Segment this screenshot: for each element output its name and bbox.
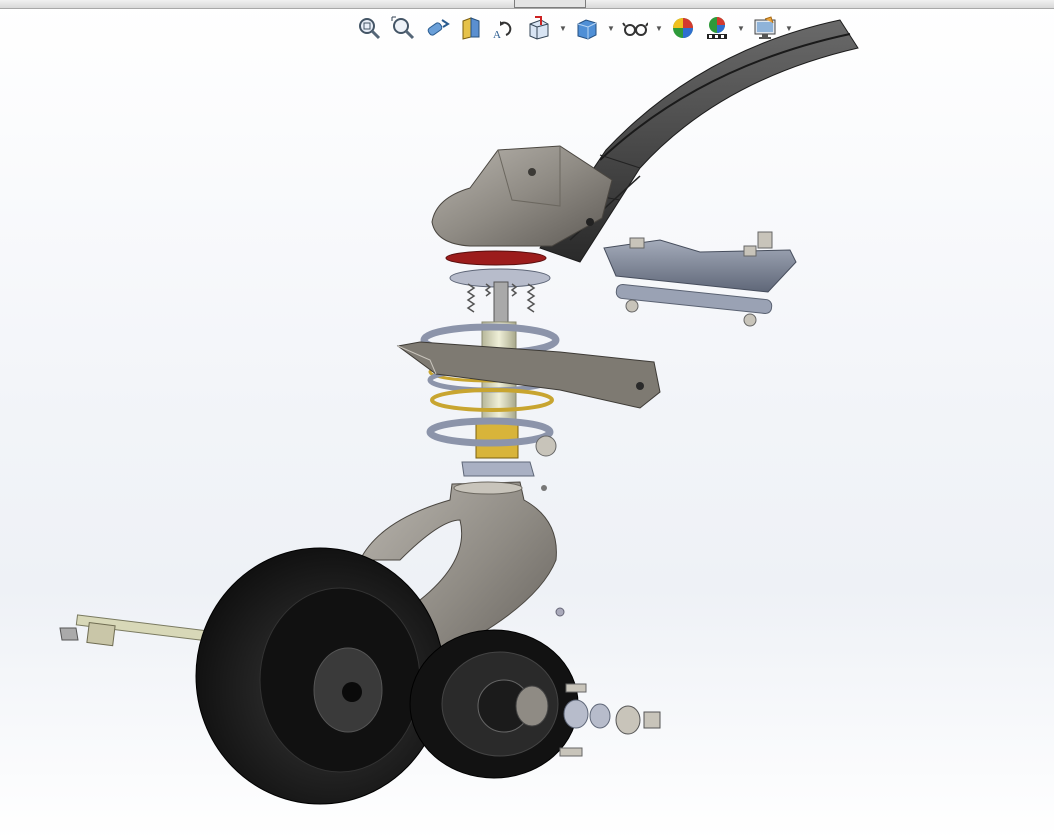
center-bolt[interactable] xyxy=(493,281,509,323)
graphics-area[interactable] xyxy=(0,0,1054,840)
wheel-tire[interactable] xyxy=(195,547,445,805)
mounting-bracket[interactable] xyxy=(603,231,797,327)
exploded-assembly-view[interactable] xyxy=(0,0,1054,840)
clamp[interactable] xyxy=(461,461,535,477)
brake-disc[interactable] xyxy=(409,629,579,779)
small-pin[interactable] xyxy=(541,485,547,491)
red-washer[interactable] xyxy=(445,250,547,266)
side-bolt[interactable] xyxy=(535,435,557,457)
